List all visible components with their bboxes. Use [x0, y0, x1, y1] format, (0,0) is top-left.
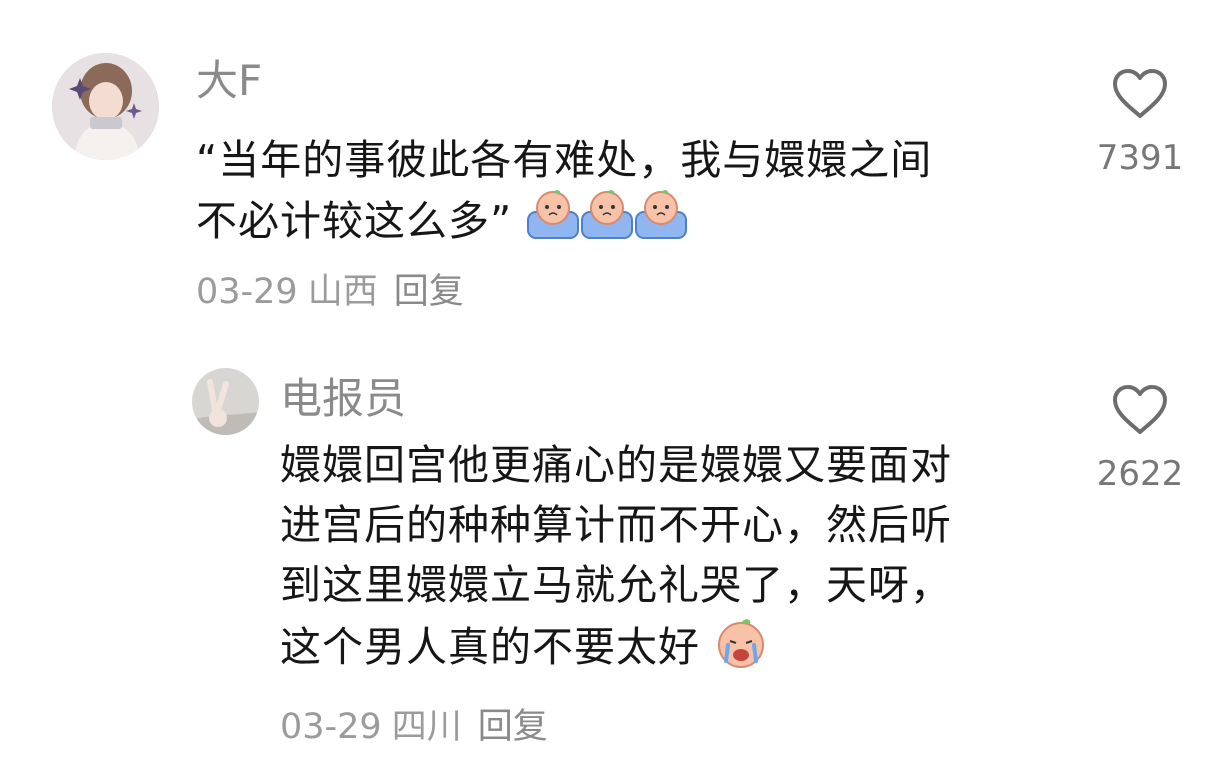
- comment-1: 大F “当年的事彼此各有难处，我与嬛嬛之间 不必计较这么多” 03-29 山西 …: [0, 0, 1224, 340]
- comment-text-line: 到这里嬛嬛立马就允礼哭了，天呀，: [280, 561, 952, 609]
- comment-text-line: 这个男人真的不要太好: [280, 615, 1080, 685]
- comment-date: 03-29: [196, 272, 298, 312]
- avatar[interactable]: [192, 368, 259, 435]
- heart-outline-icon: [1113, 69, 1167, 118]
- username[interactable]: 大F: [196, 60, 262, 102]
- avatar[interactable]: [52, 53, 159, 160]
- comment-text-line: 不必计较这么多”: [196, 189, 1096, 258]
- like-button[interactable]: 7391: [1090, 68, 1190, 178]
- comment-location: 四川: [391, 707, 462, 747]
- comment-date: 03-29: [280, 707, 382, 747]
- comment-2: 电报员 嬛嬛回宫他更痛心的是嬛嬛又要面对 进宫后的种种算计而不开心，然后听 到这…: [0, 340, 1224, 783]
- comment-text-line: “当年的事彼此各有难处，我与嬛嬛之间: [196, 136, 933, 184]
- comment-meta: 03-29 四川 回复: [280, 710, 558, 745]
- crying-peach-emoji-icon: [526, 189, 688, 258]
- like-count: 7391: [1096, 138, 1184, 178]
- like-count: 2622: [1096, 454, 1184, 494]
- reply-button[interactable]: 回复: [478, 707, 548, 747]
- comment-text: 嬛嬛回宫他更痛心的是嬛嬛又要面对 进宫后的种种算计而不开心，然后听 到这里嬛嬛立…: [280, 435, 1080, 685]
- heart-outline-icon: [1113, 385, 1167, 434]
- comment-text-line: 进宫后的种种算计而不开心，然后听: [280, 501, 952, 549]
- like-button[interactable]: 2622: [1090, 384, 1190, 494]
- crying-peach-emoji-icon: [714, 615, 768, 685]
- comment-location: 山西: [307, 272, 378, 312]
- comment-text: “当年的事彼此各有难处，我与嬛嬛之间 不必计较这么多”: [196, 130, 1096, 258]
- comment-meta: 03-29 山西 回复: [196, 275, 474, 310]
- comment-text-line: 嬛嬛回宫他更痛心的是嬛嬛又要面对: [280, 441, 952, 489]
- reply-button[interactable]: 回复: [394, 272, 464, 312]
- username[interactable]: 电报员: [280, 378, 406, 420]
